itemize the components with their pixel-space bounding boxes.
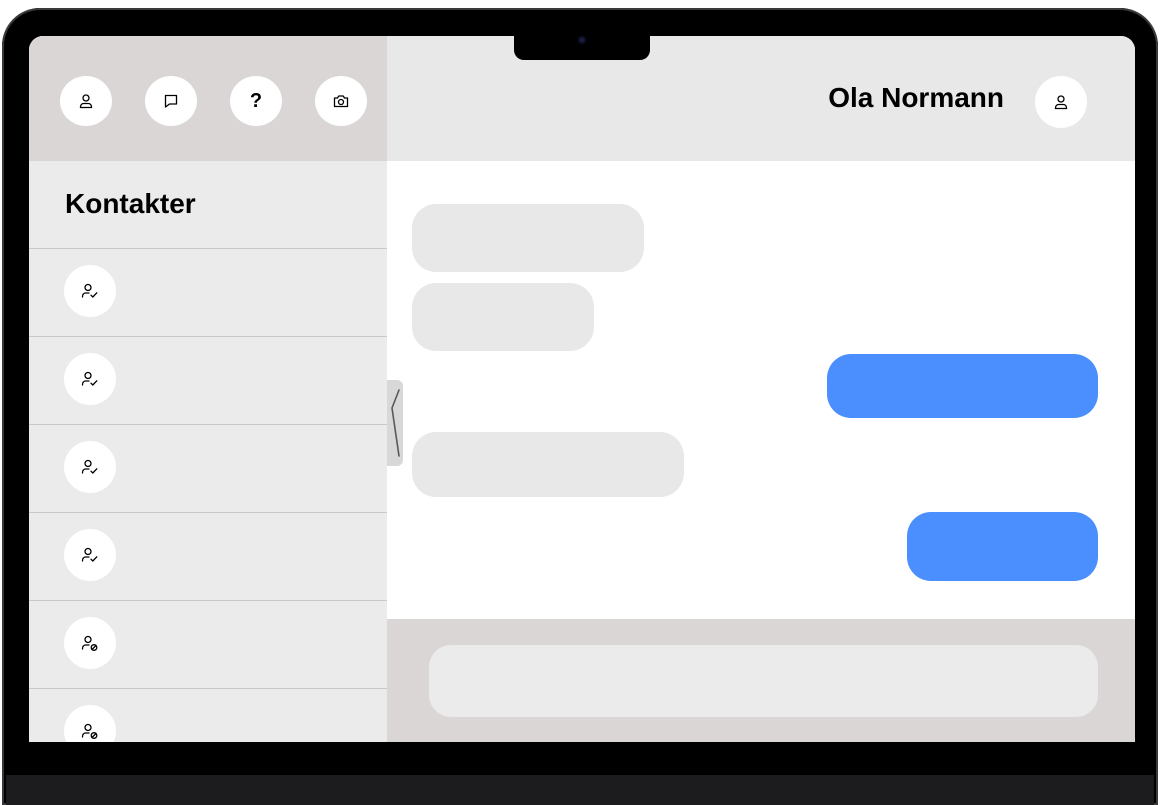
message-bubble-outgoing	[827, 354, 1098, 418]
camera-icon	[333, 93, 349, 109]
screen: ? Kontakter Ola Normann	[29, 36, 1135, 742]
sidebar: ? Kontakter	[29, 36, 387, 742]
contact-item[interactable]	[29, 512, 387, 600]
chevron-left-icon	[389, 388, 401, 458]
contact-avatar	[64, 353, 116, 405]
contact-profile-button[interactable]	[1035, 76, 1087, 128]
help-icon: ?	[249, 89, 263, 112]
help-button[interactable]: ?	[230, 76, 282, 126]
message-bubble-incoming	[412, 283, 594, 351]
message-bubble-incoming	[412, 204, 644, 272]
contact-avatar	[64, 705, 116, 742]
chat-icon	[163, 93, 179, 109]
chat-header: Ola Normann	[387, 36, 1135, 161]
message-input[interactable]	[429, 645, 1098, 717]
composer	[387, 619, 1135, 742]
contact-list	[29, 248, 387, 742]
contact-avatar	[64, 265, 116, 317]
contact-name: Ola Normann	[828, 82, 1004, 113]
contact-avatar	[64, 529, 116, 581]
contact-item[interactable]	[29, 688, 387, 742]
contact-item[interactable]	[29, 424, 387, 512]
user-blocked-icon	[81, 722, 99, 740]
user-icon	[1053, 94, 1069, 110]
contact-item[interactable]	[29, 248, 387, 336]
webcam-icon	[578, 36, 586, 44]
message-bubble-incoming	[412, 432, 684, 497]
contact-item[interactable]	[29, 600, 387, 688]
contact-item[interactable]	[29, 336, 387, 424]
laptop-base	[6, 775, 1154, 805]
message-thread	[387, 161, 1135, 619]
sidebar-toolbar: ?	[29, 36, 387, 161]
profile-button[interactable]	[60, 76, 112, 126]
contact-avatar	[64, 441, 116, 493]
user-check-icon	[81, 282, 99, 300]
messages-button[interactable]	[145, 76, 197, 126]
contacts-title: Kontakter	[65, 188, 196, 219]
user-check-icon	[81, 458, 99, 476]
contact-avatar	[64, 617, 116, 669]
camera-notch	[514, 34, 650, 60]
user-check-icon	[81, 370, 99, 388]
camera-button[interactable]	[315, 76, 367, 126]
user-check-icon	[81, 546, 99, 564]
message-bubble-outgoing	[907, 512, 1098, 581]
user-icon	[78, 93, 94, 109]
user-blocked-icon	[81, 634, 99, 652]
sidebar-collapse-handle[interactable]	[387, 380, 403, 466]
